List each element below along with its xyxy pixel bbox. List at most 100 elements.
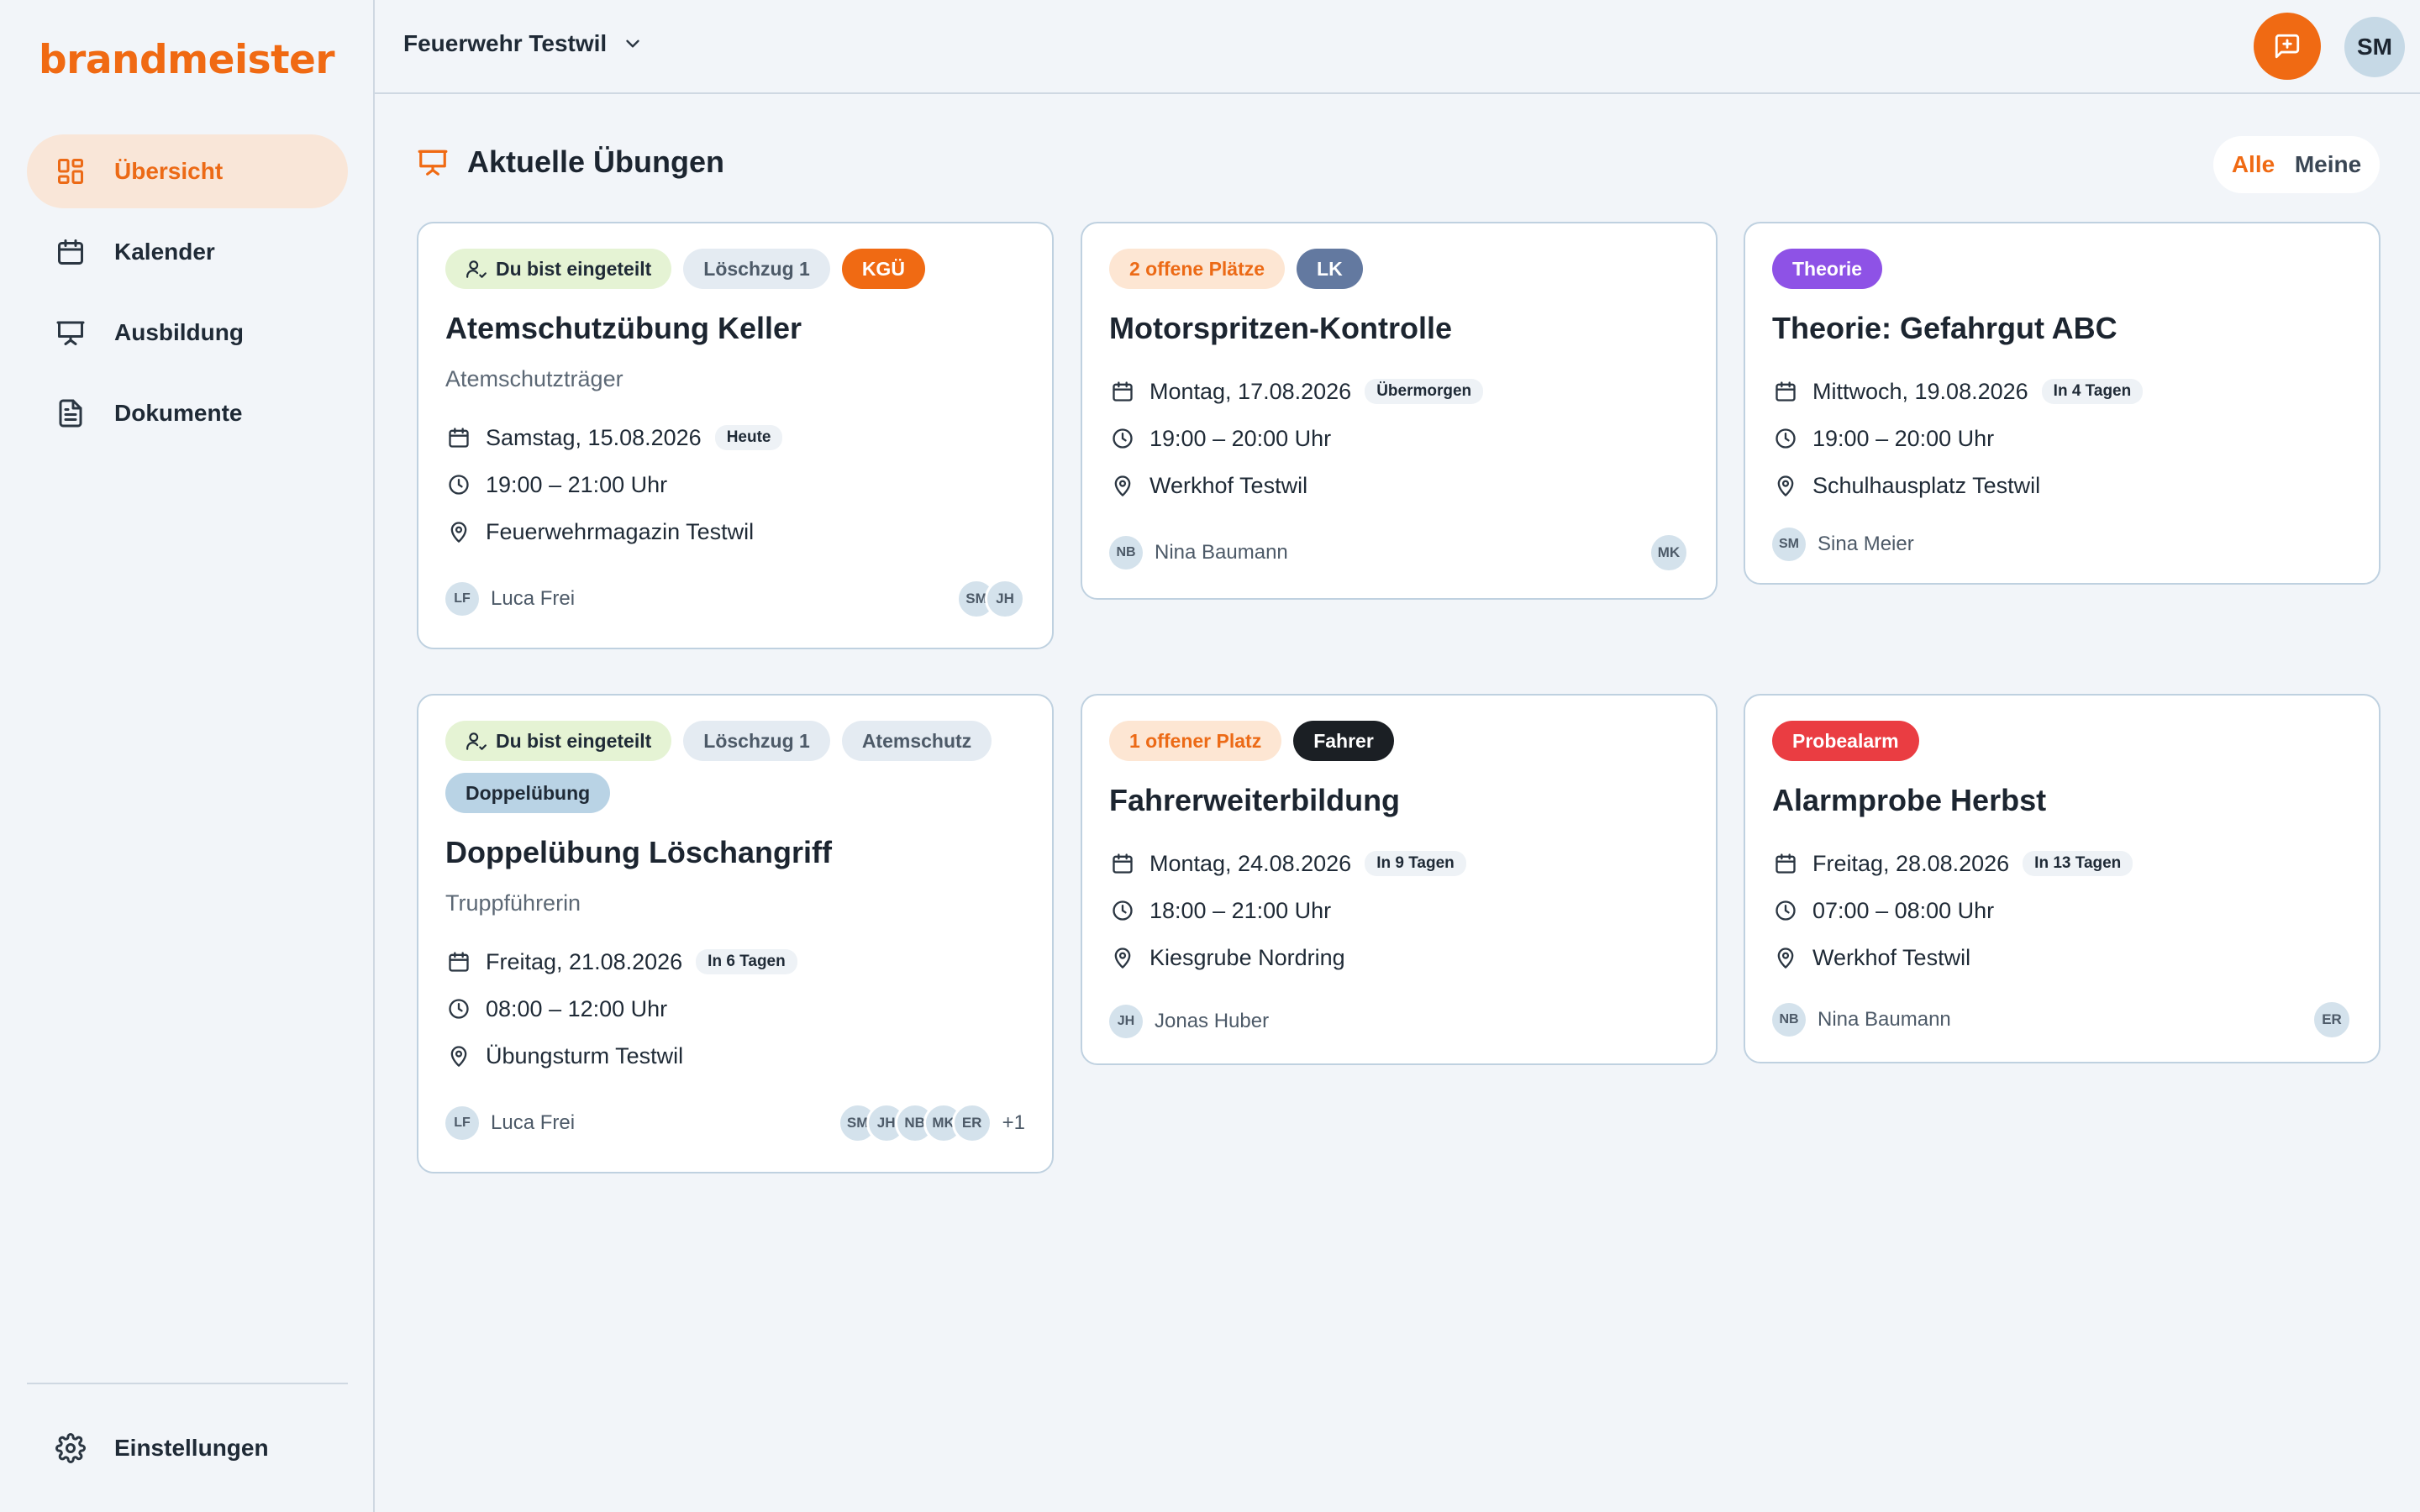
- leader: LF Luca Frei: [445, 1106, 575, 1140]
- filter-all-button[interactable]: Alle: [2232, 151, 2275, 178]
- location-text: Schulhausplatz Testwil: [1812, 472, 2041, 498]
- card-title: Fahrerweiterbildung: [1109, 783, 1401, 817]
- relative-date-chip: In 9 Tagen: [1365, 851, 1466, 876]
- page-title: Aktuelle Übungen: [467, 144, 725, 179]
- badge: Atemschutz: [841, 721, 992, 761]
- participant-avatar: ER: [2312, 1000, 2352, 1040]
- leader-name: Luca Frei: [491, 1111, 576, 1134]
- date-row: Freitag, 28.08.2026 In 13 Tagen: [1772, 840, 2352, 887]
- calendar-icon: [445, 426, 472, 449]
- badge-label: LK: [1317, 257, 1343, 280]
- location-row: Übungsturm Testwil: [445, 1032, 1025, 1079]
- feedback-button[interactable]: [2254, 13, 2321, 80]
- badge: Löschzug 1: [683, 249, 830, 289]
- clock-icon: [445, 997, 472, 1021]
- exercise-card[interactable]: 2 offene Plätze LK Motorspritzen-Kontrolle…: [1081, 222, 1718, 600]
- date-text: Mittwoch, 19.08.2026: [1812, 378, 2028, 404]
- clock-icon: [1772, 427, 1799, 450]
- badge-label: Probealarm: [1792, 729, 1899, 752]
- time-row: 19:00 – 21:00 Uhr: [445, 461, 1025, 508]
- exercise-card[interactable]: Du bist eingeteilt Löschzug 1 Atemschutz Do…: [417, 694, 1054, 1173]
- leader-avatar: SM: [1772, 528, 1806, 561]
- time-row: 07:00 – 08:00 Uhr: [1772, 887, 2352, 934]
- time-row: 18:00 – 21:00 Uhr: [1109, 887, 1689, 934]
- card-details: Mittwoch, 19.08.2026 In 4 Tagen 19:00 – 20…: [1772, 368, 2352, 509]
- document-icon: [54, 396, 87, 430]
- relative-date-chip: In 6 Tagen: [696, 949, 797, 974]
- sidebar-item-label: Dokumente: [114, 400, 243, 426]
- map-pin-icon: [1772, 946, 1799, 969]
- badge-row: Probealarm: [1772, 721, 2352, 761]
- card-footer: NB Nina Baumann MK: [1109, 533, 1689, 573]
- sidebar-item-dokumente[interactable]: Dokumente: [27, 376, 348, 450]
- date-text: Freitag, 28.08.2026: [1812, 850, 2010, 876]
- leader-avatar: NB: [1109, 536, 1143, 570]
- calendar-icon: [1109, 380, 1136, 403]
- card-footer: SM Sina Meier: [1772, 528, 2352, 561]
- sidebar-divider: [27, 1383, 348, 1384]
- date-text: Samstag, 15.08.2026: [486, 424, 702, 450]
- leader-avatar: NB: [1772, 1003, 1806, 1037]
- card-title: Motorspritzen-Kontrolle: [1109, 311, 1452, 345]
- leader-avatar: JH: [1109, 1005, 1143, 1038]
- exercise-card[interactable]: Theorie Theorie: Gefahrgut ABC Mittwoch, 1…: [1744, 222, 2381, 585]
- time-text: 19:00 – 21:00 Uhr: [486, 471, 668, 497]
- badge: Fahrer: [1293, 721, 1394, 761]
- leader-name: Jonas Huber: [1155, 1010, 1270, 1032]
- sidebar-item-label: Kalender: [114, 239, 215, 265]
- leader-name: Nina Baumann: [1818, 1008, 1951, 1031]
- brand-logo[interactable]: brandmeister: [39, 37, 335, 83]
- section-header: Aktuelle Übungen: [417, 144, 724, 180]
- badge: 1 offener Platz: [1109, 721, 1282, 761]
- exercise-card[interactable]: 1 offener Platz Fahrer Fahrerweiterbildung…: [1081, 694, 1718, 1065]
- time-text: 18:00 – 21:00 Uhr: [1150, 897, 1332, 923]
- sidebar-item-kalender[interactable]: Kalender: [27, 215, 348, 289]
- exercise-card[interactable]: Probealarm Alarmprobe Herbst Freitag, 28.0…: [1744, 694, 2381, 1063]
- exercise-card[interactable]: Du bist eingeteilt Löschzug 1 KGÜ Atemschut…: [417, 222, 1054, 649]
- participant-avatar: MK: [1649, 533, 1689, 573]
- badge-label: Atemschutz: [861, 729, 972, 752]
- leader: NB Nina Baumann: [1109, 536, 1288, 570]
- leader-avatar: LF: [445, 582, 479, 616]
- location-text: Kiesgrube Nordring: [1150, 944, 1345, 970]
- badge: 2 offene Plätze: [1109, 249, 1286, 289]
- sidebar-item-uebersicht[interactable]: Übersicht: [27, 134, 348, 208]
- badge-label: Theorie: [1792, 257, 1863, 280]
- badge-row: Du bist eingeteilt Löschzug 1 Atemschutz Do…: [445, 721, 1025, 813]
- presentation-icon: [54, 316, 87, 349]
- user-check-icon: [466, 730, 487, 752]
- card-footer: LF Luca Frei SM JH: [445, 579, 1025, 619]
- card-details: Freitag, 28.08.2026 In 13 Tagen 07:00 – 08…: [1772, 840, 2352, 981]
- clock-icon: [1772, 899, 1799, 922]
- org-name: Feuerwehr Testwil: [403, 30, 608, 56]
- date-row: Mittwoch, 19.08.2026 In 4 Tagen: [1772, 368, 2352, 415]
- badge: KGÜ: [841, 249, 925, 289]
- card-role: Atemschutzträger: [445, 366, 623, 391]
- date-row: Montag, 24.08.2026 In 9 Tagen: [1109, 840, 1689, 887]
- participant-avatars: SM JH NB MK ER +1: [837, 1103, 1025, 1143]
- sidebar-item-label: Ausbildung: [114, 319, 244, 345]
- card-footer: JH Jonas Huber: [1109, 1005, 1689, 1038]
- leader-name: Luca Frei: [491, 587, 576, 610]
- filter-toggle: Alle Meine: [2213, 136, 2380, 193]
- participant-avatars: SM JH: [956, 579, 1025, 619]
- org-selector[interactable]: Feuerwehr Testwil: [403, 30, 644, 57]
- map-pin-icon: [445, 520, 472, 543]
- filter-mine-button[interactable]: Meine: [2295, 151, 2361, 178]
- leader: NB Nina Baumann: [1772, 1003, 1951, 1037]
- badge-row: 2 offene Plätze LK: [1109, 249, 1689, 289]
- badge-label: Du bist eingeteilt: [496, 729, 652, 752]
- relative-date-chip: Heute: [714, 425, 783, 450]
- calendar-icon: [445, 950, 472, 974]
- user-avatar[interactable]: SM: [2344, 17, 2405, 77]
- time-row: 08:00 – 12:00 Uhr: [445, 985, 1025, 1032]
- clock-icon: [1109, 427, 1136, 450]
- settings-nav: Einstellungen: [27, 1411, 348, 1492]
- badge-row: 1 offener Platz Fahrer: [1109, 721, 1689, 761]
- time-row: 19:00 – 20:00 Uhr: [1109, 415, 1689, 462]
- badge: Löschzug 1: [683, 721, 830, 761]
- sidebar-item-ausbildung[interactable]: Ausbildung: [27, 296, 348, 370]
- relative-date-chip: In 13 Tagen: [2023, 851, 2133, 876]
- sidebar-item-einstellungen[interactable]: Einstellungen: [27, 1411, 348, 1485]
- date-row: Freitag, 21.08.2026 In 6 Tagen: [445, 938, 1025, 985]
